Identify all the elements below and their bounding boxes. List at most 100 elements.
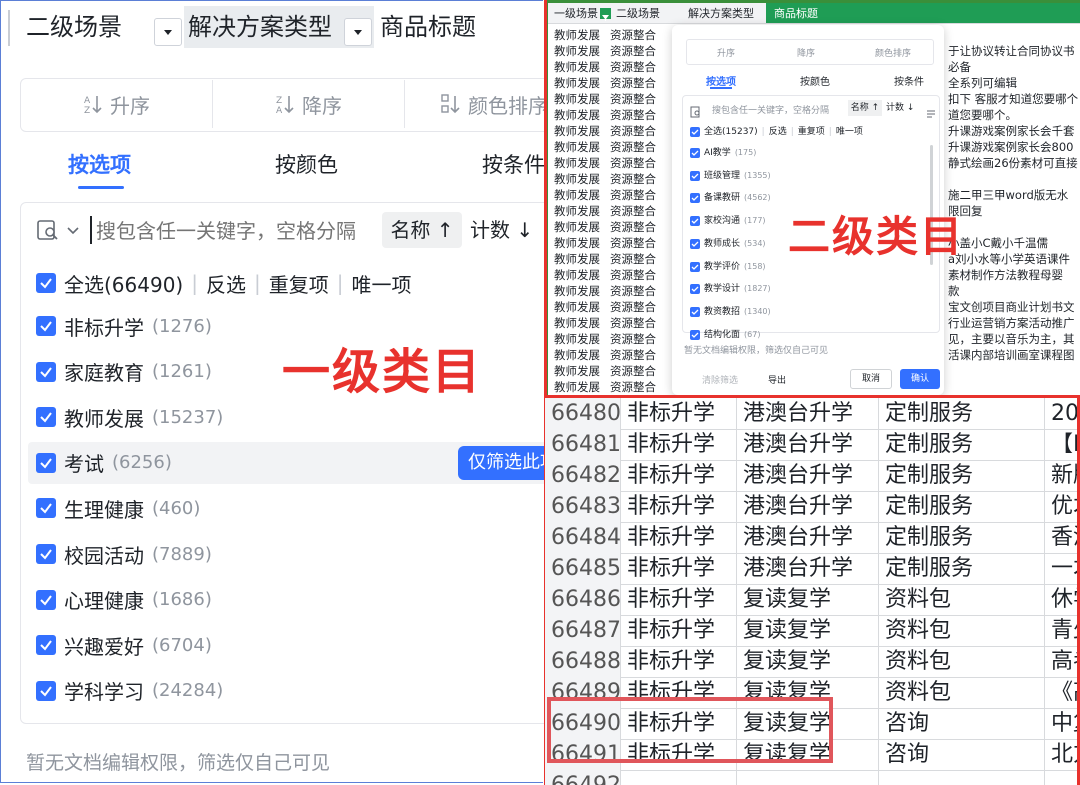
popup-tab-option[interactable]: 按选项 [706,73,736,88]
popup-option-item[interactable]: 教学评价 (158) [690,259,766,275]
table-cell[interactable]: 定制服务 [879,429,1045,460]
checkbox[interactable] [36,316,56,336]
popup-search-icon[interactable] [690,103,702,118]
table-cell[interactable]: 复读复学 [737,615,879,646]
sort-by-name-button[interactable]: 名称 ↑ [382,212,462,248]
table-cell[interactable]: 非标升学 [621,429,737,460]
header-col-solution-type[interactable]: 解决方案类型 [188,6,332,48]
checkbox[interactable] [36,498,56,519]
table-cell[interactable]: 港澳台升学 [737,491,879,522]
table-cell[interactable]: 非标升学 [621,460,737,491]
table-cell[interactable] [1045,770,1080,785]
table-cell[interactable]: 非标升学 [621,615,737,646]
checkbox[interactable] [36,680,56,701]
filter-active-icon[interactable] [600,8,611,21]
sheet-col-title[interactable]: 商品标题 [774,5,818,21]
tab-by-color[interactable]: 按颜色 [275,148,338,182]
sort-color-button[interactable]: 颜色排序 [440,80,545,128]
sheet-col-level1[interactable]: 一级场景 [554,5,598,21]
popup-tab-color[interactable]: 按颜色 [800,73,830,88]
table-cell[interactable]: 港澳台升学 [737,460,879,491]
table-cell[interactable]: 中复 [1045,708,1080,739]
popup-checkbox-select-all[interactable] [690,127,700,137]
search-input[interactable] [94,214,380,248]
table-row[interactable]: 66492 [545,770,1080,785]
table-cell[interactable]: 《高 [1045,677,1080,708]
popup-search-input[interactable]: 搜包含任一关键字，空格分隔 [712,103,829,116]
table-cell[interactable]: 非标升学 [621,553,737,584]
popup-checkbox[interactable] [690,238,700,249]
popup-checkbox[interactable] [690,170,700,181]
table-cell[interactable]: 定制服务 [879,553,1045,584]
table-row[interactable]: 66480非标升学港澳台升学定制服务202 [545,398,1080,430]
checkbox[interactable] [36,589,56,610]
row-number-cell[interactable]: 66492 [545,770,621,785]
row-number-cell[interactable]: 66488 [545,646,621,677]
table-cell[interactable]: 非标升学 [621,522,737,553]
sheet-col-level2[interactable]: 二级场景 [616,5,660,21]
checkbox[interactable] [36,635,56,656]
popup-tab-condition[interactable]: 按条件 [894,73,924,88]
popup-option-item[interactable]: 教资教招 (1340) [690,304,771,320]
option-item[interactable]: 心理健康 (1686) [36,583,212,617]
checkbox[interactable] [36,407,56,428]
popup-checkbox[interactable] [690,216,700,227]
only-filter-button[interactable]: 仅筛选此项 [458,446,545,480]
popup-option-item[interactable]: 结构化面 (67) [690,327,760,343]
row-number-cell[interactable]: 66485 [545,553,621,584]
table-cell[interactable]: 定制服务 [879,398,1045,429]
popup-option-item[interactable]: 班级管理 (1355) [690,168,771,184]
popup-duplicates[interactable]: 重复项 [798,124,825,140]
header-col-level2[interactable]: 二级场景 [26,6,122,48]
table-cell[interactable]: 港澳台升学 [737,398,879,429]
table-cell[interactable]: 定制服务 [879,460,1045,491]
row-number-cell[interactable]: 66484 [545,522,621,553]
popup-sort-color[interactable]: 颜色排序 [875,46,911,59]
option-item[interactable]: 家庭教育 (1261) [36,355,212,389]
table-row[interactable]: 66483非标升学港澳台升学定制服务优才 [545,491,1080,523]
popup-option-item[interactable]: 家校沟通 (177) [690,213,766,229]
unique-link[interactable]: 唯一项 [351,269,411,298]
table-cell[interactable]: 非标升学 [621,646,737,677]
column-filter-button-active[interactable] [344,18,372,46]
table-cell[interactable] [879,770,1045,785]
popup-select-all-label[interactable]: 全选(15237) [704,124,758,140]
table-cell[interactable]: 202 [1045,398,1080,429]
table-cell[interactable]: 港澳台升学 [737,429,879,460]
popup-checkbox[interactable] [690,284,700,295]
table-cell[interactable]: 非标升学 [621,491,737,522]
popup-checkbox[interactable] [690,261,700,272]
checkbox[interactable] [36,452,56,473]
header-col-product-title[interactable]: 商品标题 [380,6,476,48]
popup-settings-icon[interactable] [926,104,936,118]
table-cell[interactable]: 香港 [1045,522,1080,553]
table-cell[interactable]: 资料包 [879,584,1045,615]
row-number-cell[interactable]: 66486 [545,584,621,615]
table-row[interactable]: 66481 非标升学 港澳台升学 定制服务 【I [545,429,1080,461]
table-cell[interactable]: 咨询 [879,739,1045,770]
table-cell[interactable]: 一才 [1045,553,1080,584]
tab-by-option[interactable]: 按选项 [68,148,131,182]
invert-selection-link[interactable]: 反选 [206,269,246,298]
table-cell[interactable]: 优才 [1045,491,1080,522]
option-item[interactable]: 兴趣爱好 (6704) [36,628,212,662]
option-item[interactable]: 生理健康 (460) [36,491,200,525]
select-all-label[interactable]: 全选(66490) [64,269,183,298]
checkbox[interactable] [36,361,56,382]
popup-unique[interactable]: 唯一项 [836,124,863,140]
sheet-col-type[interactable]: 解决方案类型 [688,5,754,21]
table-cell[interactable] [737,770,879,785]
table-cell[interactable]: 港澳台升学 [737,522,879,553]
option-item[interactable]: 教师发展 (15237) [36,400,223,434]
popup-invert[interactable]: 反选 [769,124,787,140]
search-icon[interactable] [36,218,60,242]
sort-by-count-button[interactable]: 计数 ↓ [470,212,545,248]
table-cell[interactable]: 复读复学 [737,646,879,677]
popup-clear-filter[interactable]: 清除筛选 [702,373,738,386]
popup-option-item[interactable]: 备课教研 (4562) [690,190,771,206]
table-row[interactable]: 66484非标升学港澳台升学定制服务香港 [545,522,1080,554]
table-row[interactable]: 66486非标升学复读复学资料包休学 [545,584,1080,616]
checkbox-select-all[interactable] [36,273,56,293]
table-cell[interactable]: 咨询 [879,708,1045,739]
popup-cancel-button[interactable]: 取消 [850,369,892,389]
